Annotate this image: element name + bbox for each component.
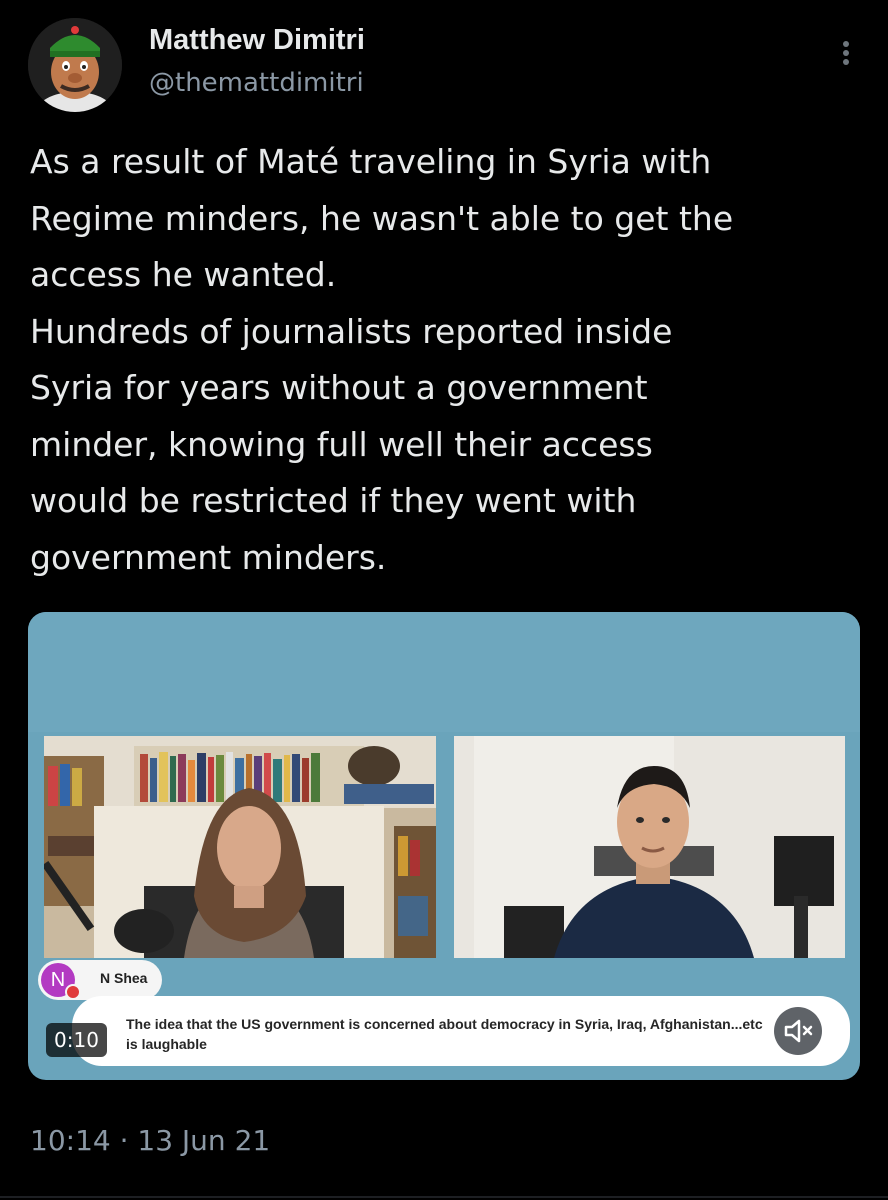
speaker-name: N Shea — [100, 970, 148, 986]
caption-text: The idea that the US government is conce… — [126, 1016, 763, 1052]
speaker-muted-icon[interactable] — [774, 1007, 822, 1055]
video-caption: The idea that the US government is conce… — [72, 996, 850, 1066]
cartoon-avatar-icon — [28, 18, 122, 112]
avatar[interactable] — [28, 18, 122, 112]
video-feed-right — [454, 736, 845, 958]
tweet-text: As a result of Maté traveling in Syria w… — [30, 142, 734, 577]
video-elapsed-time: 0:10 — [46, 1023, 107, 1057]
video-banner-area — [28, 612, 860, 732]
tweet-timestamp[interactable]: 10:14 · 13 Jun 21 — [30, 1124, 270, 1157]
video-player[interactable]: N N Shea The idea that the US government… — [28, 612, 860, 1080]
tweet: Matthew Dimitri @themattdimitri As a res… — [0, 0, 888, 1200]
author-name[interactable]: Matthew Dimitri — [149, 24, 365, 57]
divider — [0, 1196, 888, 1198]
speaker-name-tag: N N Shea — [38, 960, 162, 1000]
more-vertical-icon[interactable] — [834, 38, 858, 78]
recording-dot-icon — [65, 984, 81, 1000]
author-handle[interactable]: @themattdimitri — [149, 68, 364, 98]
video-feed-left — [44, 736, 436, 958]
